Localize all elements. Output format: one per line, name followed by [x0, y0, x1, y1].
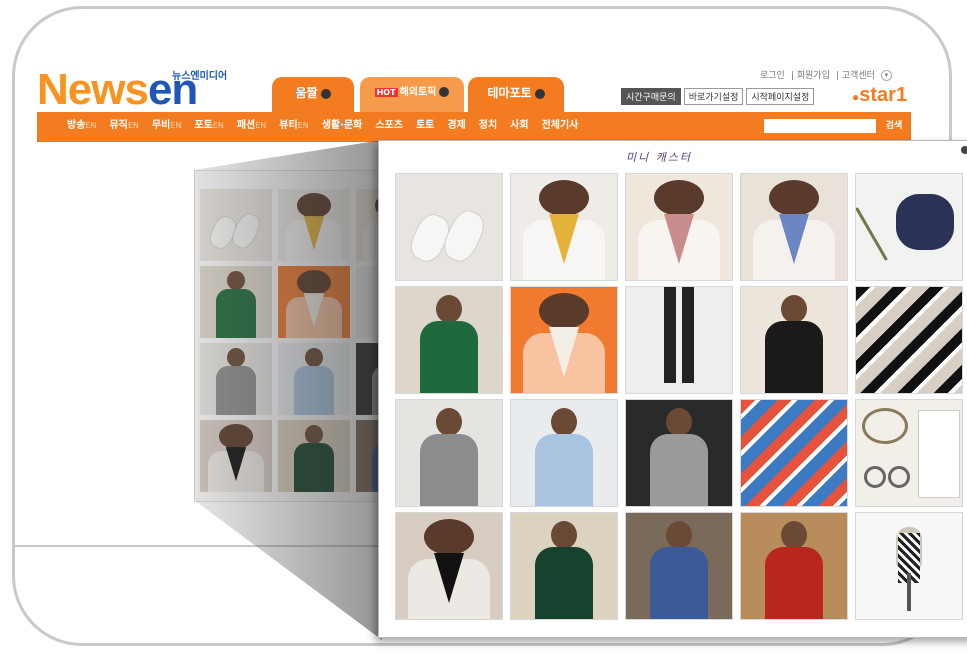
nav-item[interactable]: 스포츠: [375, 120, 403, 131]
tab-animated[interactable]: 움짤: [272, 77, 354, 112]
nav-item[interactable]: 뮤직EN: [109, 120, 138, 131]
gallery-thumbnail[interactable]: [740, 399, 848, 507]
header-buttons: 시간구매문의 바로가기설정 시작페이지설정: [621, 88, 817, 105]
preview-thumbnail[interactable]: [278, 266, 350, 338]
gallery-popup: 미니 캐스터: [378, 140, 967, 638]
gallery-thumbnail[interactable]: [855, 512, 963, 620]
nav-item-suffix: EN: [127, 121, 139, 130]
nav-item[interactable]: 토토: [416, 120, 434, 131]
gallery-thumbnail[interactable]: [510, 399, 618, 507]
nav-item-suffix: EN: [297, 121, 309, 130]
preview-thumbnail[interactable]: [278, 343, 350, 415]
tab-badge-icon: [439, 87, 450, 97]
gallery-thumbnail[interactable]: [625, 286, 733, 394]
nav-item[interactable]: 패션EN: [237, 120, 266, 131]
preview-thumbnail[interactable]: [200, 266, 272, 338]
gallery-thumbnail[interactable]: [395, 286, 503, 394]
nav-item[interactable]: 포토EN: [194, 120, 223, 131]
logo-subtitle: 뉴스엔미디어: [172, 71, 228, 82]
gallery-thumbnail[interactable]: [395, 399, 503, 507]
nav-item[interactable]: 사회: [510, 120, 528, 131]
search-input[interactable]: [764, 119, 876, 133]
gallery-thumbnail[interactable]: [510, 512, 618, 620]
main-nav: 방송EN 뮤직EN 무비EN 포토EN 패션EN 뷰티EN 생활·문화 스포츠 토토 경제 정치 사회…: [37, 112, 911, 142]
nav-item[interactable]: 정치: [479, 120, 497, 131]
tab-overseas-topic[interactable]: HOT 해외토픽: [360, 77, 464, 112]
tab-badge-icon: [320, 88, 331, 99]
star1-logo[interactable]: ●star1: [852, 84, 907, 107]
customer-center-link[interactable]: 고객센터: [842, 71, 875, 81]
content-divider: [12, 545, 382, 547]
search-button[interactable]: 검색: [880, 118, 908, 134]
tab-theme-photo[interactable]: 테마포토: [468, 77, 564, 112]
tab-badge-icon: [534, 88, 545, 99]
time-purchase-button[interactable]: 시간구매문의: [621, 88, 681, 105]
gallery-thumbnail[interactable]: [625, 399, 733, 507]
preview-thumbnail[interactable]: [278, 189, 350, 261]
shortcut-setting-button[interactable]: 바로가기설정: [683, 88, 744, 105]
preview-thumbnail[interactable]: [200, 189, 272, 261]
nav-items: 방송EN 뮤직EN 무비EN 포토EN 패션EN 뷰티EN 생활·문화 스포츠 토토 경제 정치 사회…: [67, 112, 591, 142]
nav-item[interactable]: 방송EN: [67, 120, 96, 131]
popup-title: 미니 캐스터: [625, 151, 693, 164]
login-link[interactable]: 로그인: [760, 71, 785, 81]
gallery-thumbnail[interactable]: [625, 173, 733, 281]
nav-item[interactable]: 전체기사: [542, 120, 579, 131]
hot-badge: HOT: [374, 88, 398, 97]
nav-item[interactable]: 경제: [447, 120, 465, 131]
gallery-thumbnail[interactable]: [510, 286, 618, 394]
close-icon[interactable]: [961, 146, 967, 154]
gallery-thumbnail[interactable]: [625, 512, 733, 620]
chevron-down-icon[interactable]: ▾: [880, 70, 892, 81]
nav-item[interactable]: 무비EN: [152, 120, 181, 131]
top-links: 로그인 | 회원가입 | 고객센터 ▾: [760, 68, 898, 81]
nav-item-suffix: EN: [212, 121, 224, 130]
gallery-thumbnail[interactable]: [395, 173, 503, 281]
gallery-thumbnail[interactable]: [395, 512, 503, 620]
preview-thumbnail[interactable]: [200, 343, 272, 415]
start-page-button[interactable]: 시작페이지설정: [746, 88, 815, 105]
gallery-thumbnail[interactable]: [510, 173, 618, 281]
gallery-thumbnail[interactable]: [740, 173, 848, 281]
gallery-thumbnail[interactable]: [855, 399, 963, 507]
nav-item-suffix: EN: [170, 121, 182, 130]
gallery-thumbnail[interactable]: [855, 173, 963, 281]
signup-link[interactable]: 회원가입: [797, 71, 830, 81]
gallery-thumbnail[interactable]: [855, 286, 963, 394]
nav-item-suffix: EN: [85, 121, 97, 130]
preview-thumbnail[interactable]: [200, 420, 272, 492]
gallery-thumbnail[interactable]: [740, 286, 848, 394]
nav-item[interactable]: 뷰티EN: [279, 120, 308, 131]
gallery-preview: [194, 170, 428, 502]
nav-item[interactable]: 생활·문화: [322, 120, 363, 131]
gallery-thumbnail[interactable]: [740, 512, 848, 620]
nav-item-suffix: EN: [255, 121, 267, 130]
preview-thumbnail[interactable]: [278, 420, 350, 492]
